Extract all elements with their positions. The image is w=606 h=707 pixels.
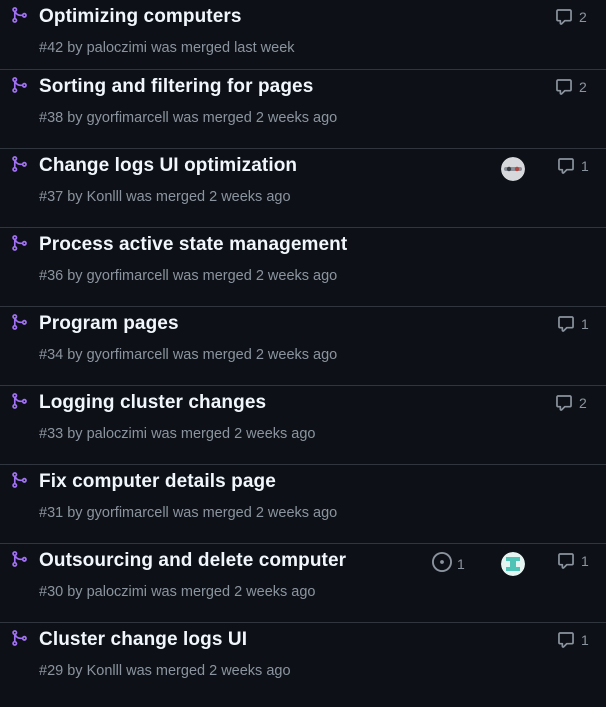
pr-author-link[interactable]: Konlll	[87, 189, 122, 205]
comment-count: 2	[579, 395, 587, 411]
comment-count: 1	[581, 316, 589, 332]
pr-status: was merged 2 weeks ago	[151, 426, 316, 442]
pr-row: Outsourcing and delete computer #30 by p…	[0, 544, 606, 623]
merged-pr-icon	[10, 6, 28, 24]
pr-title-link[interactable]: Program pages	[39, 313, 179, 335]
pr-title-link[interactable]: Fix computer details page	[39, 471, 276, 493]
pr-title-link[interactable]: Change logs UI optimization	[39, 155, 297, 177]
pr-status: was merged 2 weeks ago	[172, 347, 338, 363]
pr-status: was merged 2 weeks ago	[172, 110, 338, 126]
assignee-avatar[interactable]	[501, 157, 525, 181]
pr-row: Optimizing computers #42 by paloczimi wa…	[0, 0, 606, 70]
pr-meta: #30 by paloczimi was merged 2 weeks ago	[39, 584, 315, 600]
pr-number: #29	[39, 663, 64, 679]
comment-icon	[557, 315, 575, 333]
pr-author-link[interactable]: gyorfimarcell	[87, 347, 169, 363]
comment-count: 1	[581, 632, 589, 648]
pr-meta: #29 by Konlll was merged 2 weeks ago	[39, 663, 291, 679]
pr-meta: #37 by Konlll was merged 2 weeks ago	[39, 189, 291, 205]
comment-count: 1	[581, 553, 589, 569]
merged-pr-icon	[10, 392, 28, 410]
merged-pr-icon	[10, 313, 28, 331]
pr-row: Process active state management #36 by g…	[0, 228, 606, 307]
pr-title-link[interactable]: Optimizing computers	[39, 6, 242, 28]
merged-pr-icon	[10, 155, 28, 173]
comments-link[interactable]: 2	[555, 394, 587, 412]
pr-number: #42	[39, 40, 64, 56]
comment-count: 2	[579, 79, 587, 95]
pr-status: was merged 2 weeks ago	[151, 584, 316, 600]
pr-row: Cluster change logs UI #29 by Konlll was…	[0, 623, 606, 702]
pr-status: was merged 2 weeks ago	[172, 505, 338, 521]
pr-meta: #42 by paloczimi was merged last week	[39, 40, 295, 56]
merged-pr-icon	[10, 550, 28, 568]
pr-number: #33	[39, 426, 64, 442]
pr-meta: #38 by gyorfimarcell was merged 2 weeks …	[39, 110, 337, 126]
issue-opened-icon	[432, 552, 452, 575]
pr-meta: #31 by gyorfimarcell was merged 2 weeks …	[39, 505, 337, 521]
pr-meta: #36 by gyorfimarcell was merged 2 weeks …	[39, 268, 337, 284]
comments-link[interactable]: 1	[557, 552, 589, 570]
merged-pr-icon	[10, 76, 28, 94]
pr-number: #34	[39, 347, 64, 363]
pr-by: by	[67, 268, 83, 284]
pr-by: by	[67, 40, 83, 56]
comments-link[interactable]: 1	[557, 315, 589, 333]
pr-author-link[interactable]: gyorfimarcell	[87, 268, 169, 284]
pr-by: by	[67, 110, 83, 126]
pr-by: by	[67, 663, 83, 679]
pr-by: by	[67, 347, 83, 363]
merged-pr-icon	[10, 629, 28, 647]
linked-issues-count: 1	[457, 555, 465, 572]
pr-author-link[interactable]: paloczimi	[87, 426, 147, 442]
comment-icon	[555, 394, 573, 412]
pr-status: was merged 2 weeks ago	[126, 189, 291, 205]
pr-number: #37	[39, 189, 64, 205]
comment-icon	[555, 8, 573, 26]
pr-title-link[interactable]: Cluster change logs UI	[39, 629, 247, 651]
pr-number: #38	[39, 110, 64, 126]
comments-link[interactable]: 2	[555, 8, 587, 26]
pr-meta: #33 by paloczimi was merged 2 weeks ago	[39, 426, 315, 442]
merged-pr-icon	[10, 471, 28, 489]
comment-icon	[557, 631, 575, 649]
pr-status: was merged 2 weeks ago	[126, 663, 291, 679]
pr-title-link[interactable]: Outsourcing and delete computer	[39, 550, 346, 572]
pr-number: #36	[39, 268, 64, 284]
pr-number: #31	[39, 505, 64, 521]
pr-row: Change logs UI optimization #37 by Konll…	[0, 149, 606, 228]
merged-pr-icon	[10, 234, 28, 252]
comment-count: 1	[581, 158, 589, 174]
pr-by: by	[67, 426, 83, 442]
pr-title-link[interactable]: Process active state management	[39, 234, 347, 256]
pr-title-link[interactable]: Sorting and filtering for pages	[39, 76, 313, 98]
pr-by: by	[67, 505, 83, 521]
assignee-avatar[interactable]	[501, 552, 525, 576]
pr-by: by	[67, 584, 83, 600]
pr-row: Logging cluster changes #33 by paloczimi…	[0, 386, 606, 465]
pr-title-link[interactable]: Logging cluster changes	[39, 392, 266, 414]
pr-status: was merged last week	[151, 40, 295, 56]
pr-author-link[interactable]: Konlll	[87, 663, 122, 679]
comments-link[interactable]: 2	[555, 78, 587, 96]
pr-author-link[interactable]: gyorfimarcell	[87, 110, 169, 126]
pr-author-link[interactable]: paloczimi	[87, 40, 147, 56]
pr-row: Fix computer details page #31 by gyorfim…	[0, 465, 606, 544]
pr-meta: #34 by gyorfimarcell was merged 2 weeks …	[39, 347, 337, 363]
comment-icon	[555, 78, 573, 96]
pr-status: was merged 2 weeks ago	[172, 268, 338, 284]
pr-number: #30	[39, 584, 64, 600]
pr-row: Program pages #34 by gyorfimarcell was m…	[0, 307, 606, 386]
comment-icon	[557, 552, 575, 570]
pr-author-link[interactable]: gyorfimarcell	[87, 505, 169, 521]
comments-link[interactable]: 1	[557, 157, 589, 175]
pull-request-list: Optimizing computers #42 by paloczimi wa…	[0, 0, 606, 702]
linked-issues-link[interactable]: 1	[432, 552, 465, 575]
comments-link[interactable]: 1	[557, 631, 589, 649]
pr-by: by	[67, 189, 83, 205]
comment-icon	[557, 157, 575, 175]
pr-row: Sorting and filtering for pages #38 by g…	[0, 70, 606, 149]
comment-count: 2	[579, 9, 587, 25]
pr-author-link[interactable]: paloczimi	[87, 584, 147, 600]
